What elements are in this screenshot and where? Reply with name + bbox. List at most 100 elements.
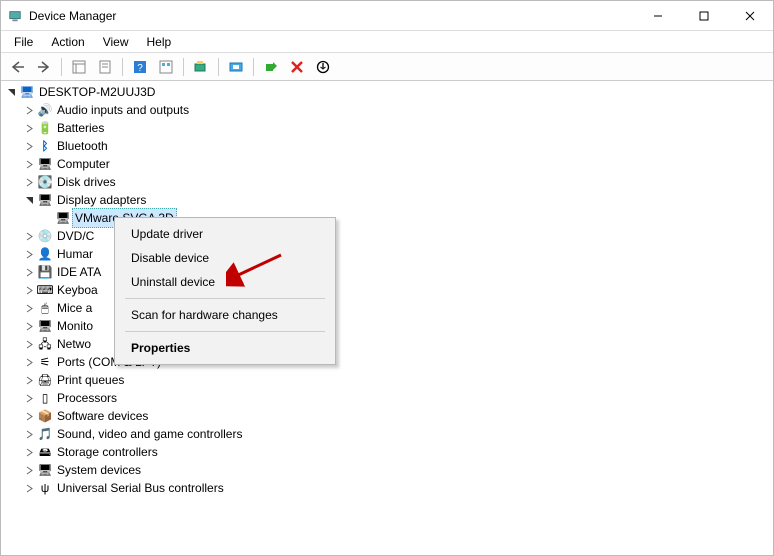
- toolbar-separator: [218, 58, 219, 76]
- menu-help[interactable]: Help: [138, 33, 181, 51]
- tree-node-computer[interactable]: 🖥Computer: [1, 155, 773, 173]
- tree-node-printer[interactable]: 🖨Print queues: [1, 371, 773, 389]
- toolbar-separator: [183, 58, 184, 76]
- properties-button[interactable]: [93, 56, 117, 78]
- sound-icon: 🎵: [37, 426, 53, 442]
- ide-icon: 💾: [37, 264, 53, 280]
- tree-node-label: Keyboa: [57, 281, 98, 299]
- tree-node-label: Netwo: [57, 335, 91, 353]
- disk-icon: 💽: [37, 174, 53, 190]
- chevron-icon[interactable]: [41, 212, 53, 224]
- svg-text:?: ?: [137, 63, 143, 74]
- chevron-icon[interactable]: [23, 338, 35, 350]
- tree-node-battery[interactable]: 🔋Batteries: [1, 119, 773, 137]
- context-menu: Update driverDisable deviceUninstall dev…: [114, 217, 336, 365]
- context-menu-item[interactable]: Scan for hardware changes: [117, 303, 333, 327]
- tree-node-software[interactable]: 📦Software devices: [1, 407, 773, 425]
- computer-icon: 🖥: [37, 156, 53, 172]
- tree-node-sound[interactable]: 🎵Sound, video and game controllers: [1, 425, 773, 443]
- maximize-button[interactable]: [681, 1, 727, 31]
- tree-node-display[interactable]: 🖥Display adapters: [1, 191, 773, 209]
- chevron-icon[interactable]: [23, 302, 35, 314]
- chevron-icon[interactable]: [23, 284, 35, 296]
- chevron-icon[interactable]: [5, 86, 17, 98]
- display-icon: 🖥: [55, 210, 71, 226]
- computer-root-icon: 🖥: [19, 84, 35, 100]
- chevron-icon[interactable]: [23, 320, 35, 332]
- chevron-icon[interactable]: [23, 158, 35, 170]
- tree-node-label: System devices: [57, 461, 141, 479]
- monitor-icon: 🖥: [37, 318, 53, 334]
- printer-icon: 🖨: [37, 372, 53, 388]
- keyboard-icon: ⌨: [37, 282, 53, 298]
- mouse-icon: 🖱: [37, 300, 53, 316]
- tree-node-audio[interactable]: 🔊Audio inputs and outputs: [1, 101, 773, 119]
- toolbar-separator: [253, 58, 254, 76]
- uninstall-device-button[interactable]: [285, 56, 309, 78]
- battery-icon: 🔋: [37, 120, 53, 136]
- close-button[interactable]: [727, 1, 773, 31]
- tree-node-label: Universal Serial Bus controllers: [57, 479, 224, 497]
- tree-node-label: Bluetooth: [57, 137, 108, 155]
- tree-node-cpu[interactable]: ▯Processors: [1, 389, 773, 407]
- chevron-icon[interactable]: [23, 122, 35, 134]
- window-controls: [635, 1, 773, 31]
- context-menu-item[interactable]: Disable device: [117, 246, 333, 270]
- tree-root[interactable]: 🖥DESKTOP-M2UUJ3D: [1, 83, 773, 101]
- help-button[interactable]: ?: [128, 56, 152, 78]
- tree-node-disk[interactable]: 💽Disk drives: [1, 173, 773, 191]
- enable-device-button[interactable]: [259, 56, 283, 78]
- network-icon: 🖧: [37, 336, 53, 352]
- usb-icon: ψ: [37, 480, 53, 496]
- tree-node-label: Print queues: [57, 371, 124, 389]
- chevron-icon[interactable]: [23, 176, 35, 188]
- tree-node-usb[interactable]: ψUniversal Serial Bus controllers: [1, 479, 773, 497]
- chevron-icon[interactable]: [23, 374, 35, 386]
- chevron-icon[interactable]: [23, 140, 35, 152]
- chevron-icon[interactable]: [23, 356, 35, 368]
- back-button[interactable]: [6, 56, 30, 78]
- tree-node-label: DESKTOP-M2UUJ3D: [39, 83, 155, 101]
- menu-view[interactable]: View: [94, 33, 138, 51]
- tree-node-label: Processors: [57, 389, 117, 407]
- forward-button[interactable]: [32, 56, 56, 78]
- chevron-icon[interactable]: [23, 230, 35, 242]
- menu-file[interactable]: File: [5, 33, 42, 51]
- software-icon: 📦: [37, 408, 53, 424]
- tree-node-system[interactable]: 🖥System devices: [1, 461, 773, 479]
- chevron-icon[interactable]: [23, 428, 35, 440]
- app-icon: [7, 8, 23, 24]
- chevron-icon[interactable]: [23, 194, 35, 206]
- chevron-icon[interactable]: [23, 248, 35, 260]
- chevron-icon[interactable]: [23, 104, 35, 116]
- chevron-icon[interactable]: [23, 464, 35, 476]
- tree-node-storage[interactable]: 🖴Storage controllers: [1, 443, 773, 461]
- tree-node-label: Software devices: [57, 407, 148, 425]
- chevron-icon[interactable]: [23, 446, 35, 458]
- cpu-icon: ▯: [37, 390, 53, 406]
- chevron-icon[interactable]: [23, 482, 35, 494]
- chevron-icon[interactable]: [23, 392, 35, 404]
- chevron-icon[interactable]: [23, 410, 35, 422]
- tree-node-label: Monito: [57, 317, 93, 335]
- toolbar-separator: [61, 58, 62, 76]
- tree-node-label: Sound, video and game controllers: [57, 425, 242, 443]
- scan-hardware-button[interactable]: [189, 56, 213, 78]
- minimize-button[interactable]: [635, 1, 681, 31]
- hid-icon: 👤: [37, 246, 53, 262]
- tree-node-label: DVD/C: [57, 227, 94, 245]
- context-menu-item[interactable]: Update driver: [117, 222, 333, 246]
- context-menu-item[interactable]: Uninstall device: [117, 270, 333, 294]
- tree-node-label: IDE ATA: [57, 263, 101, 281]
- menubar: File Action View Help: [1, 31, 773, 53]
- chevron-icon[interactable]: [23, 266, 35, 278]
- context-menu-item[interactable]: Properties: [117, 336, 333, 360]
- menu-action[interactable]: Action: [42, 33, 93, 51]
- show-hide-button[interactable]: [67, 56, 91, 78]
- view-button[interactable]: [154, 56, 178, 78]
- bluetooth-icon: ᛒ: [37, 138, 53, 154]
- tree-node-bluetooth[interactable]: ᛒBluetooth: [1, 137, 773, 155]
- disable-device-button[interactable]: [311, 56, 335, 78]
- tree-node-label: Batteries: [57, 119, 104, 137]
- update-driver-button[interactable]: [224, 56, 248, 78]
